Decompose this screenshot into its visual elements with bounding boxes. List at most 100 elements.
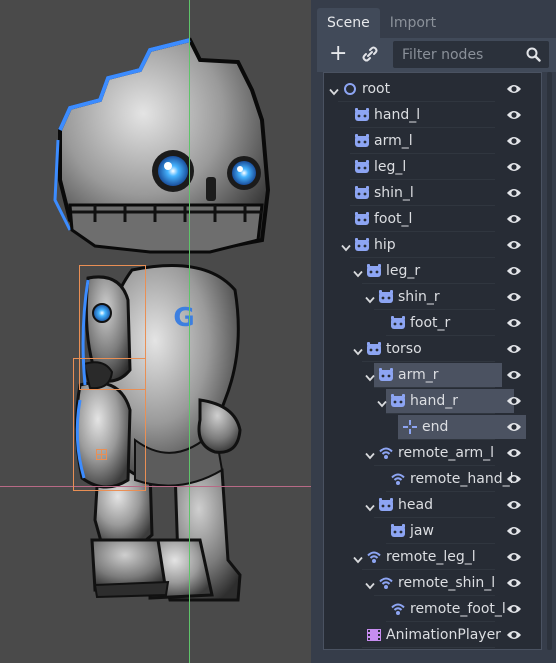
- filter-nodes-input[interactable]: [393, 41, 530, 68]
- bone-icon: [354, 237, 370, 253]
- chevron-down-icon[interactable]: [365, 292, 375, 304]
- chevron-down-icon[interactable]: [365, 578, 375, 590]
- chevron-down-icon[interactable]: [353, 552, 363, 564]
- tree-item-leg-l[interactable]: leg_l: [324, 154, 541, 180]
- tree-item-label: leg_r: [386, 263, 421, 279]
- eye-icon[interactable]: [506, 421, 522, 433]
- eye-icon[interactable]: [506, 135, 522, 147]
- tree-item-foot-l[interactable]: foot_l: [324, 206, 541, 232]
- logo-letter: G: [173, 303, 194, 333]
- tree-item-label: shin_r: [398, 289, 440, 305]
- tree-item-label: hip: [374, 237, 396, 253]
- eye-icon[interactable]: [506, 499, 522, 511]
- remote-transform-icon: [378, 445, 394, 461]
- remote-transform-icon: [390, 471, 406, 487]
- bone-icon: [378, 367, 394, 383]
- eye-icon[interactable]: [506, 525, 522, 537]
- tree-item-remote-arm-l[interactable]: remote_arm_l: [324, 440, 541, 466]
- tree-item-label: leg_l: [374, 159, 407, 175]
- bone-hand-shape[interactable]: [73, 358, 146, 491]
- tree-item-label: remote_foot_l: [410, 601, 506, 617]
- bone-icon: [366, 263, 382, 279]
- tree-item-label: remote_shin_l: [398, 575, 496, 591]
- eye-icon[interactable]: [506, 343, 522, 355]
- eye-icon[interactable]: [506, 291, 522, 303]
- tree-item-torso[interactable]: torso: [324, 336, 541, 362]
- chevron-down-icon[interactable]: [365, 500, 375, 512]
- tree-item-label: root: [362, 81, 391, 97]
- tree-item-label: remote_leg_l: [386, 549, 476, 565]
- bone-icon: [366, 341, 382, 357]
- logo-emblem: G: [173, 303, 194, 333]
- tree-item-remote-shin-l[interactable]: remote_shin_l: [324, 570, 541, 596]
- eye-icon[interactable]: [506, 317, 522, 329]
- tree-item-root[interactable]: root: [324, 76, 541, 102]
- tree-item-remote-foot-l[interactable]: remote_foot_l: [324, 596, 541, 622]
- tree-item-hand-r[interactable]: hand_r: [324, 388, 541, 414]
- eye-icon[interactable]: [506, 603, 522, 615]
- eye-icon[interactable]: [506, 161, 522, 173]
- bone-icon: [354, 107, 370, 123]
- filter-nodes-field[interactable]: [393, 41, 549, 68]
- eye-icon[interactable]: [506, 187, 522, 199]
- chevron-down-icon[interactable]: [365, 370, 375, 382]
- horizontal-axis-line: [0, 486, 311, 487]
- eye-icon[interactable]: [506, 551, 522, 563]
- eye-icon[interactable]: [506, 369, 522, 381]
- chevron-down-icon[interactable]: [377, 396, 387, 408]
- chevron-down-icon[interactable]: [365, 448, 375, 460]
- bone-icon: [378, 497, 394, 513]
- bone-icon: [390, 315, 406, 331]
- eye-icon[interactable]: [506, 109, 522, 121]
- chevron-down-icon[interactable]: [341, 240, 351, 252]
- tree-item-remote-hand-l[interactable]: remote_hand_l: [324, 466, 541, 492]
- remote-transform-icon: [378, 575, 394, 591]
- eye-icon[interactable]: [506, 213, 522, 225]
- dock-tabs: Scene Import: [317, 8, 446, 38]
- tree-item-hip[interactable]: hip: [324, 232, 541, 258]
- tree-item-head[interactable]: head: [324, 492, 541, 518]
- tree-item-animationplayer[interactable]: AnimationPlayer: [324, 622, 541, 648]
- bone-icon: [354, 211, 370, 227]
- eye-icon[interactable]: [506, 473, 522, 485]
- eye-icon[interactable]: [506, 265, 522, 277]
- tree-item-label: hand_l: [374, 107, 421, 123]
- tab-scene[interactable]: Scene: [317, 8, 380, 38]
- pivot-handle-icon[interactable]: [96, 449, 107, 460]
- tree-item-label: shin_l: [374, 185, 414, 201]
- tree-item-foot-r[interactable]: foot_r: [324, 310, 541, 336]
- tree-item-label: arm_r: [398, 367, 439, 383]
- tree-item-label: hand_r: [410, 393, 458, 409]
- chevron-down-icon[interactable]: [353, 266, 363, 278]
- tree-item-end[interactable]: end: [324, 414, 541, 440]
- link-icon[interactable]: [361, 45, 379, 63]
- tree-item-jaw[interactable]: jaw: [324, 518, 541, 544]
- bone-icon: [354, 185, 370, 201]
- position-icon: [402, 419, 418, 435]
- eye-icon[interactable]: [506, 447, 522, 459]
- node2d-circle-icon: [342, 81, 358, 97]
- tree-scrollbar[interactable]: [547, 72, 552, 650]
- tree-item-shin-l[interactable]: shin_l: [324, 180, 541, 206]
- tree-item-shin-r[interactable]: shin_r: [324, 284, 541, 310]
- canvas-viewport[interactable]: G: [0, 0, 311, 663]
- eye-icon[interactable]: [506, 629, 522, 641]
- tree-item-arm-r[interactable]: arm_r: [324, 362, 541, 388]
- tab-import[interactable]: Import: [380, 8, 446, 38]
- tree-item-arm-l[interactable]: arm_l: [324, 128, 541, 154]
- tree-item-leg-r[interactable]: leg_r: [324, 258, 541, 284]
- tree-item-remote-leg-l[interactable]: remote_leg_l: [324, 544, 541, 570]
- chevron-down-icon[interactable]: [353, 344, 363, 356]
- tree-item-hand-l[interactable]: hand_l: [324, 102, 541, 128]
- chevron-down-icon[interactable]: [329, 84, 339, 96]
- eye-icon[interactable]: [506, 577, 522, 589]
- eye-icon[interactable]: [506, 239, 522, 251]
- bone-icon: [354, 159, 370, 175]
- vertical-axis-line: [189, 0, 190, 663]
- eye-icon[interactable]: [506, 395, 522, 407]
- scene-dock: Scene Import + root hand_l arm_l leg_l shin_…: [311, 0, 556, 663]
- plus-icon[interactable]: +: [329, 43, 347, 65]
- search-icon[interactable]: [526, 47, 541, 62]
- tree-item-label: AnimationPlayer: [386, 627, 501, 643]
- eye-icon[interactable]: [506, 83, 522, 95]
